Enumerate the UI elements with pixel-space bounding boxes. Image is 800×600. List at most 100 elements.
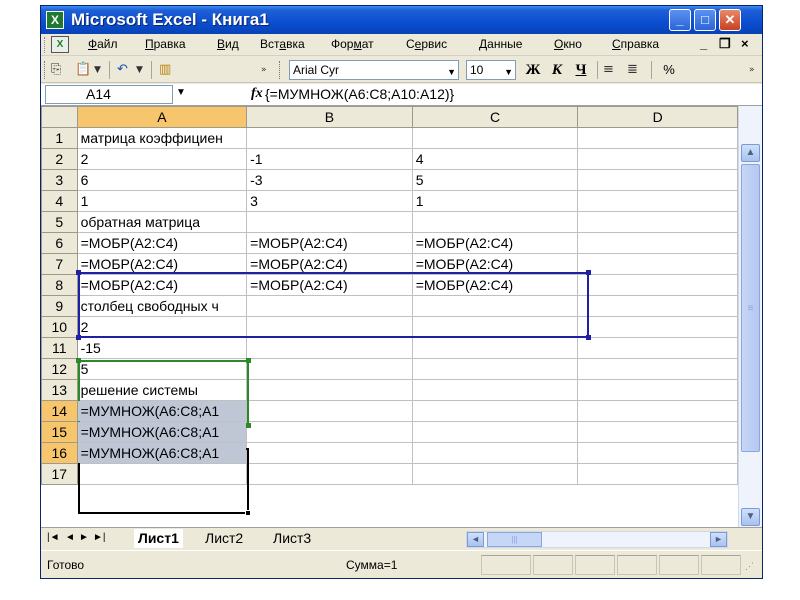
cell-d11[interactable] [577,337,738,359]
copy-icon[interactable]: ⎘ [51,61,61,79]
menu-help[interactable]: Справка [612,37,659,51]
cell-b3[interactable]: -3 [246,169,413,191]
row-header[interactable]: 13 [41,379,78,401]
row-header[interactable]: 10 [41,316,78,338]
cell-b9[interactable] [246,295,413,317]
cell-a16[interactable]: =МУМНОЖ(A6:C8;A1 [76,442,248,464]
cell-c10[interactable] [411,316,579,338]
cell-d8[interactable] [577,274,738,296]
horizontal-scrollbar[interactable]: ◄ ||| ► [466,531,728,548]
select-all-corner[interactable] [41,106,78,128]
cell-b1[interactable] [246,127,413,149]
cell-c9[interactable] [411,295,579,317]
cell-b10[interactable] [246,316,413,338]
row-header[interactable]: 11 [41,337,78,359]
menu-edit[interactable]: Правка [145,37,186,51]
row-header[interactable]: 9 [41,295,78,317]
doc-close-button[interactable]: × [741,36,749,51]
next-sheet-icon[interactable]: ► [79,532,89,543]
scroll-down-icon[interactable]: ▼ [741,508,760,526]
row-header[interactable]: 2 [41,148,78,170]
cell-c8[interactable]: =МОБР(A2:C4) [411,274,579,296]
row-header[interactable]: 12 [41,358,78,380]
cell-d9[interactable] [577,295,738,317]
cell-d13[interactable] [577,379,738,401]
menu-view[interactable]: Вид [217,37,239,51]
menu-format[interactable]: Формат [331,37,374,51]
cell-d1[interactable] [577,127,738,149]
cell-c16[interactable] [411,442,579,464]
close-button[interactable]: ✕ [719,9,741,31]
maximize-button[interactable]: □ [694,9,716,31]
formula-input[interactable]: {=МУМНОЖ(A6:C8;A10:A12)} [265,86,454,102]
cell-b6[interactable]: =МОБР(A2:C4) [246,232,413,254]
cell-c7[interactable]: =МОБР(A2:C4) [411,253,579,275]
cell-c3[interactable]: 5 [411,169,579,191]
row-header[interactable]: 17 [41,463,78,485]
cell-a3[interactable]: 6 [76,169,248,191]
workbook-icon[interactable]: X [51,36,69,53]
cell-a4[interactable]: 1 [76,190,248,212]
sheet-tab-3[interactable]: Лист3 [269,529,315,548]
toolbar-grip[interactable] [44,61,47,79]
column-header-c[interactable]: C [411,106,579,128]
cell-b11[interactable] [246,337,413,359]
cell-b12[interactable] [246,358,413,380]
cell-a15[interactable]: =МУМНОЖ(A6:C8;A1 [76,421,248,443]
cell-a6[interactable]: =МОБР(A2:C4) [76,232,248,254]
cell-b7[interactable]: =МОБР(A2:C4) [246,253,413,275]
cell-a7[interactable]: =МОБР(A2:C4) [76,253,248,275]
underline-button[interactable]: Ч [571,60,591,80]
cell-a9[interactable]: столбец свободных ч [76,295,248,317]
cell-a5[interactable]: обратная матрица [76,211,248,233]
cell-d12[interactable] [577,358,738,380]
cell-a8[interactable]: =МОБР(A2:C4) [76,274,248,296]
cell-a14[interactable]: =МУМНОЖ(A6:C8;A1 [76,400,248,422]
cell-d5[interactable] [577,211,738,233]
toolbar-grip[interactable] [279,61,282,79]
chart-wizard-icon[interactable]: ▥ [159,61,171,79]
sheet-tab-2[interactable]: Лист2 [201,529,247,548]
bold-button[interactable]: Ж [523,60,543,80]
cell-c17[interactable] [411,463,579,485]
cell-c1[interactable] [411,127,579,149]
name-box[interactable]: A14 [45,85,173,104]
prev-sheet-icon[interactable]: ◄ [65,532,75,543]
menu-data[interactable]: Данные [479,37,522,51]
row-header[interactable]: 1 [41,127,78,149]
paste-icon[interactable]: 📋 [75,61,91,79]
doc-restore-button[interactable]: ❐ [719,36,731,52]
cell-a2[interactable]: 2 [76,148,248,170]
chevron-down-icon[interactable]: ▼ [176,87,186,98]
cell-b5[interactable] [246,211,413,233]
cell-d2[interactable] [577,148,738,170]
cell-b13[interactable] [246,379,413,401]
cell-c4[interactable]: 1 [411,190,579,212]
cell-a11[interactable]: -15 [76,337,248,359]
insert-function-icon[interactable]: fx [251,86,263,102]
cell-c2[interactable]: 4 [411,148,579,170]
chevron-down-icon[interactable]: ▼ [504,63,513,81]
undo-icon[interactable]: ↶ [117,61,128,79]
row-header[interactable]: 5 [41,211,78,233]
undo-dropdown-icon[interactable]: ▼ [136,61,143,79]
cell-d3[interactable] [577,169,738,191]
cell-c14[interactable] [411,400,579,422]
minimize-button[interactable]: _ [669,9,691,31]
cell-c15[interactable] [411,421,579,443]
excel-app-icon[interactable]: X [46,11,64,29]
cell-b17[interactable] [246,463,413,485]
row-header[interactable]: 3 [41,169,78,191]
doc-minimize-button[interactable]: _ [700,36,707,51]
cell-d4[interactable] [577,190,738,212]
menu-grip[interactable] [44,37,47,53]
italic-button[interactable]: К [547,60,567,80]
cell-a17[interactable] [76,463,248,485]
scroll-up-icon[interactable]: ▲ [741,144,760,162]
cell-d17[interactable] [577,463,738,485]
cell-b14[interactable] [246,400,413,422]
scroll-right-icon[interactable]: ► [710,532,727,547]
title-bar[interactable]: X Microsoft Excel - Книга1 _ □ ✕ [41,6,762,34]
cell-a10[interactable]: 2 [76,316,248,338]
cell-c13[interactable] [411,379,579,401]
